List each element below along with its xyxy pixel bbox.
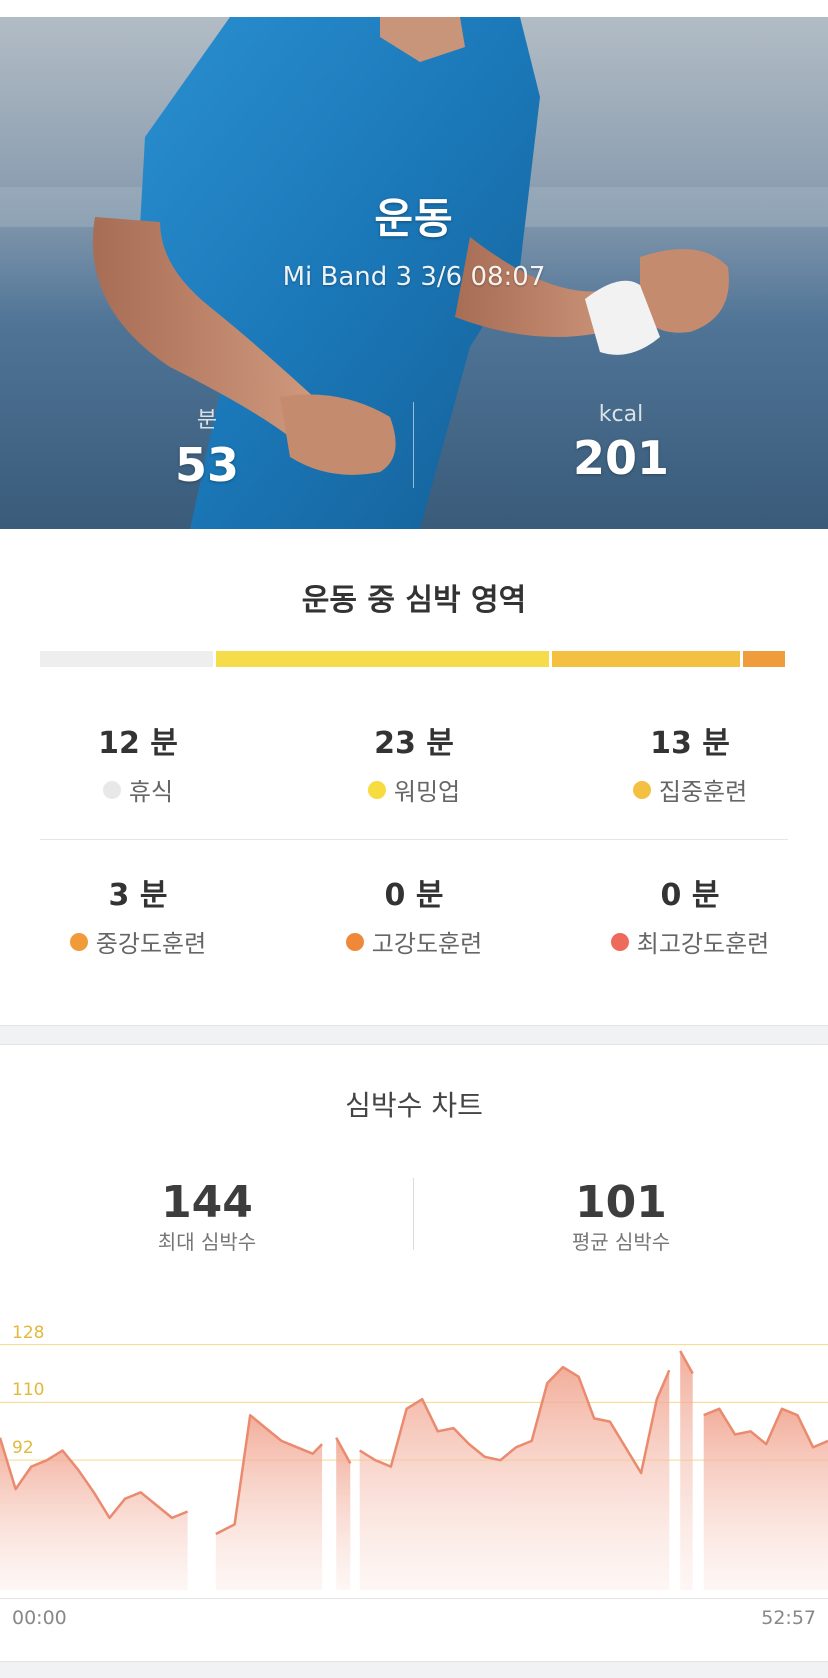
zone-label: 최고강도훈련 <box>636 930 770 958</box>
zone-item: 0 분 고강도훈련 <box>276 870 552 959</box>
section-gap <box>0 1025 828 1045</box>
duration-value: 53 <box>174 438 239 492</box>
zone-item: 13 분 집중훈련 <box>552 718 828 807</box>
workout-title: 운동 <box>374 194 454 243</box>
zone-value: 3 분 <box>108 878 168 913</box>
duration-stat: 분 53 <box>0 402 414 492</box>
zone-bar-segment <box>215 651 549 667</box>
x-axis-line <box>0 1598 828 1599</box>
hr-chart <box>0 1290 828 1590</box>
y-tick-label: 92 <box>12 1438 34 1459</box>
zone-item: 0 분 최고강도훈련 <box>552 870 828 959</box>
hr-area-segment <box>359 1367 670 1590</box>
hr-chart-svg <box>0 1344 828 1590</box>
zone-dot <box>367 780 386 799</box>
zone-dot <box>102 780 121 799</box>
hr-area-segment <box>680 1351 693 1590</box>
zone-label: 워밍업 <box>393 778 461 806</box>
avg-hr-label: 평균 심박수 <box>571 1230 671 1254</box>
zone-label: 집중훈련 <box>658 778 748 806</box>
max-hr-label: 최대 심박수 <box>157 1230 257 1254</box>
zone-value: 0 분 <box>660 878 720 913</box>
zone-dot <box>69 932 88 951</box>
zone-dot <box>632 780 651 799</box>
zone-bar-segment <box>40 651 213 667</box>
zone-value: 13 분 <box>650 726 730 761</box>
device-datetime: Mi Band 3 3/6 08:07 <box>282 262 546 292</box>
hr-area-segment <box>215 1415 323 1590</box>
bottom-strip <box>0 1661 828 1678</box>
zone-dot <box>345 932 364 951</box>
zone-label: 고강도훈련 <box>371 930 483 958</box>
zone-item: 23 분 워밍업 <box>276 718 552 807</box>
y-tick-label: 110 <box>12 1380 45 1401</box>
zone-item: 12 분 휴식 <box>0 718 276 807</box>
zone-item: 3 분 중강도훈련 <box>0 870 276 959</box>
zone-bar-segment <box>551 651 741 667</box>
zone-label: 중강도훈련 <box>95 930 207 958</box>
max-hr-stat: 144 최대 심박수 <box>0 1177 414 1255</box>
zone-bar-segment <box>743 651 785 667</box>
zone-dot <box>610 932 629 951</box>
zone-value: 12 분 <box>98 726 178 761</box>
zone-value: 23 분 <box>374 726 454 761</box>
duration-unit: 분 <box>196 408 218 433</box>
y-tick-label: 128 <box>12 1322 45 1343</box>
hr-area-segment <box>703 1408 828 1590</box>
x-start-label: 00:00 <box>12 1607 67 1629</box>
avg-hr-stat: 101 평균 심박수 <box>414 1177 828 1255</box>
hero-banner: 운동 Mi Band 3 3/6 08:07 분 53 kcal 201 <box>0 17 828 529</box>
hr-chart-title: 심박수 차트 <box>345 1089 483 1122</box>
top-strip <box>0 0 828 17</box>
zone-value: 0 분 <box>384 878 444 913</box>
hr-zones-title: 운동 중 심박 영역 <box>301 583 527 618</box>
zone-label: 휴식 <box>128 778 174 806</box>
calories-value: 201 <box>572 431 670 485</box>
x-end-label: 52:57 <box>761 1607 816 1629</box>
zone-separator <box>40 839 788 840</box>
calories-unit: kcal <box>598 402 644 427</box>
avg-hr-value: 101 <box>575 1177 667 1228</box>
max-hr-value: 144 <box>161 1177 253 1228</box>
calories-stat: kcal 201 <box>414 402 828 485</box>
